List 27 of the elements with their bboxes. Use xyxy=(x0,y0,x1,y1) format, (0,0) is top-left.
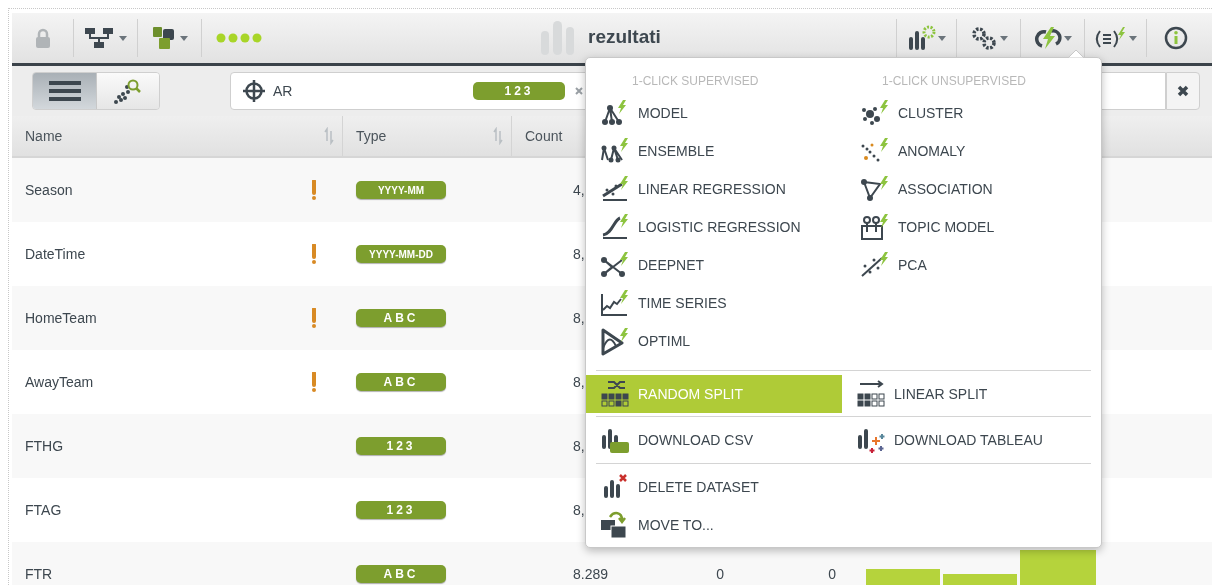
menu-section-header: 1-CLICK SUPERVISED xyxy=(631,73,760,88)
type-badge: 123 xyxy=(356,437,446,455)
field-name: FTR xyxy=(25,564,53,584)
field-name: HomeTeam xyxy=(25,308,97,328)
field-name: FTAG xyxy=(25,500,62,520)
field-name: AwayTeam xyxy=(25,372,94,392)
field-name: Season xyxy=(25,180,73,200)
search-value: AR xyxy=(273,81,294,101)
table-cell-text: 8, xyxy=(572,244,586,264)
table-cell-text: 0 xyxy=(827,564,837,584)
field-name: FTHG xyxy=(25,436,64,456)
type-badge: ABC xyxy=(356,565,446,583)
table-cell-text: 0 xyxy=(715,564,725,584)
table-cell-text: 8, xyxy=(572,372,586,392)
menu-section-header: 1-CLICK UNSUPERVISED xyxy=(881,73,1027,88)
type-badge: ABC xyxy=(356,373,446,391)
table-cell-text: 8.289 xyxy=(572,564,610,584)
table-cell-text: 8, xyxy=(572,436,586,456)
type-badge: ABC xyxy=(356,309,446,327)
dataset-title: rezultati xyxy=(588,24,661,49)
field-name: DateTime xyxy=(25,244,86,264)
type-badge: YYYY-MM-DD xyxy=(356,245,446,263)
type-badge: 123 xyxy=(356,501,446,519)
type-badge: YYYY-MM xyxy=(356,181,446,199)
table-cell-text: 4, xyxy=(572,180,586,200)
table-cell-text: 8, xyxy=(572,500,586,520)
table-cell-text: 8, xyxy=(572,308,586,328)
